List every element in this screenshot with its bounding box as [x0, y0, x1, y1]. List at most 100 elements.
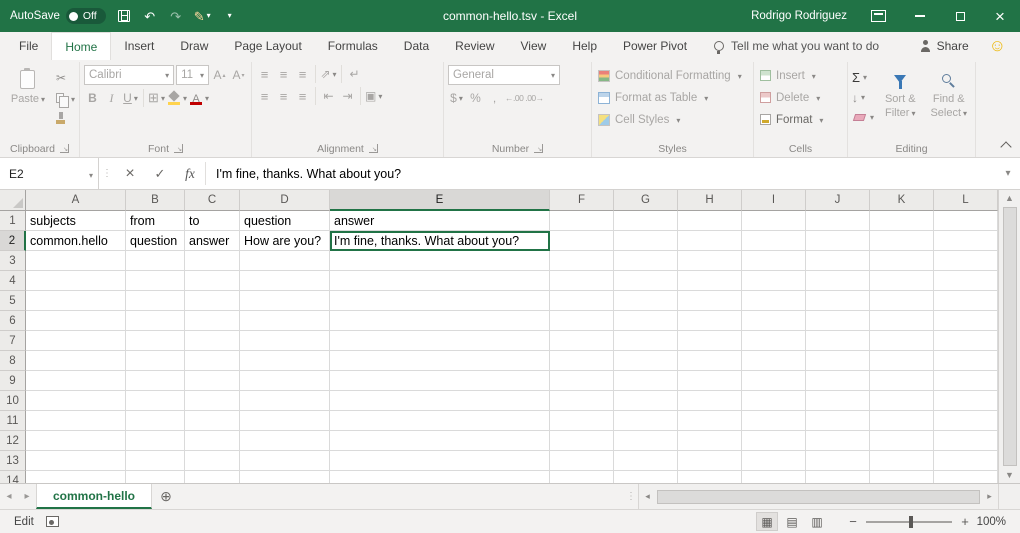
row-header-8[interactable]: 8 — [0, 351, 26, 371]
tab-data[interactable]: Data — [391, 32, 442, 60]
tell-me-box[interactable]: Tell me what you want to do — [714, 39, 879, 53]
cancel-edit-button[interactable] — [115, 158, 145, 189]
cell-D9[interactable] — [240, 371, 330, 391]
expand-formula-bar-button[interactable] — [996, 158, 1020, 189]
tab-scroll-splitter[interactable] — [624, 484, 638, 509]
cell-C14[interactable] — [185, 471, 240, 483]
cell-G13[interactable] — [614, 451, 678, 471]
cell-J4[interactable] — [806, 271, 870, 291]
cell-C7[interactable] — [185, 331, 240, 351]
cell-D2[interactable]: How are you? — [240, 231, 330, 251]
cell-I3[interactable] — [742, 251, 806, 271]
tab-review[interactable]: Review — [442, 32, 507, 60]
cell-F4[interactable] — [550, 271, 614, 291]
cell-H4[interactable] — [678, 271, 742, 291]
cell-H2[interactable] — [678, 231, 742, 251]
cell-H11[interactable] — [678, 411, 742, 431]
cell-E14[interactable] — [330, 471, 550, 483]
font-color-button[interactable] — [189, 89, 209, 107]
cell-D7[interactable] — [240, 331, 330, 351]
font-dialog-launcher[interactable] — [174, 144, 183, 153]
cell-H9[interactable] — [678, 371, 742, 391]
cell-F9[interactable] — [550, 371, 614, 391]
decrease-font-size-button[interactable]: A — [230, 66, 247, 84]
tab-power-pivot[interactable]: Power Pivot — [610, 32, 700, 60]
cell-B10[interactable] — [126, 391, 185, 411]
tab-file[interactable]: File — [6, 32, 51, 60]
orientation-button[interactable] — [320, 65, 337, 83]
cell-D4[interactable] — [240, 271, 330, 291]
insert-function-button[interactable]: fx — [175, 158, 205, 189]
cell-J13[interactable] — [806, 451, 870, 471]
enter-edit-button[interactable] — [145, 158, 175, 189]
cell-K7[interactable] — [870, 331, 934, 351]
cell-L8[interactable] — [934, 351, 998, 371]
decrease-indent-button[interactable] — [320, 87, 337, 105]
cell-F1[interactable] — [550, 211, 614, 231]
cell-I6[interactable] — [742, 311, 806, 331]
tab-insert[interactable]: Insert — [111, 32, 167, 60]
cell-L11[interactable] — [934, 411, 998, 431]
insert-cells-button[interactable]: Insert — [758, 65, 843, 86]
cell-I12[interactable] — [742, 431, 806, 451]
cell-H7[interactable] — [678, 331, 742, 351]
cell-K13[interactable] — [870, 451, 934, 471]
row-header-7[interactable]: 7 — [0, 331, 26, 351]
zoom-slider-thumb[interactable] — [909, 516, 913, 528]
font-size-select[interactable]: 11 — [176, 65, 209, 85]
cell-F13[interactable] — [550, 451, 614, 471]
cell-C9[interactable] — [185, 371, 240, 391]
normal-view-button[interactable] — [756, 512, 778, 531]
ribbon-display-options-icon[interactable] — [871, 10, 886, 22]
feedback-smiley-icon[interactable] — [989, 36, 1006, 56]
cell-A7[interactable] — [26, 331, 126, 351]
borders-button[interactable] — [148, 89, 165, 107]
cell-A9[interactable] — [26, 371, 126, 391]
row-header-1[interactable]: 1 — [0, 211, 26, 231]
name-box[interactable]: E2 — [0, 158, 99, 189]
cell-L14[interactable] — [934, 471, 998, 483]
cell-H1[interactable] — [678, 211, 742, 231]
cell-J5[interactable] — [806, 291, 870, 311]
cell-K11[interactable] — [870, 411, 934, 431]
cell-G14[interactable] — [614, 471, 678, 483]
vertical-scrollbar[interactable]: ▲ ▼ — [998, 190, 1020, 483]
page-break-view-button[interactable] — [806, 512, 828, 531]
tab-view[interactable]: View — [508, 32, 560, 60]
cell-F3[interactable] — [550, 251, 614, 271]
autosave-toggle[interactable]: AutoSave Off — [10, 8, 106, 24]
column-header-e[interactable]: E — [330, 190, 550, 211]
cell-A8[interactable] — [26, 351, 126, 371]
cell-I1[interactable] — [742, 211, 806, 231]
cell-K4[interactable] — [870, 271, 934, 291]
cell-B3[interactable] — [126, 251, 185, 271]
clipboard-dialog-launcher[interactable] — [60, 144, 69, 153]
cell-F12[interactable] — [550, 431, 614, 451]
cell-K12[interactable] — [870, 431, 934, 451]
cell-D1[interactable]: question — [240, 211, 330, 231]
cell-K3[interactable] — [870, 251, 934, 271]
cell-B11[interactable] — [126, 411, 185, 431]
cell-C2[interactable]: answer — [185, 231, 240, 251]
cell-D14[interactable] — [240, 471, 330, 483]
cell-B2[interactable]: question — [126, 231, 185, 251]
cell-B6[interactable] — [126, 311, 185, 331]
cell-F14[interactable] — [550, 471, 614, 483]
vertical-scroll-thumb[interactable] — [1003, 207, 1017, 466]
cell-B1[interactable]: from — [126, 211, 185, 231]
paste-button[interactable]: Paste — [4, 65, 52, 140]
cell-E2[interactable]: I'm fine, thanks. What about you? — [330, 231, 550, 251]
row-header-13[interactable]: 13 — [0, 451, 26, 471]
cell-E1[interactable]: answer — [330, 211, 550, 231]
top-align-button[interactable] — [256, 65, 273, 83]
row-header-11[interactable]: 11 — [0, 411, 26, 431]
cut-button[interactable] — [56, 69, 75, 86]
cell-K6[interactable] — [870, 311, 934, 331]
horizontal-scroll-thumb[interactable] — [657, 490, 980, 504]
cell-E13[interactable] — [330, 451, 550, 471]
cell-I9[interactable] — [742, 371, 806, 391]
delete-cells-button[interactable]: Delete — [758, 87, 843, 108]
cell-C11[interactable] — [185, 411, 240, 431]
cell-G3[interactable] — [614, 251, 678, 271]
cell-I8[interactable] — [742, 351, 806, 371]
